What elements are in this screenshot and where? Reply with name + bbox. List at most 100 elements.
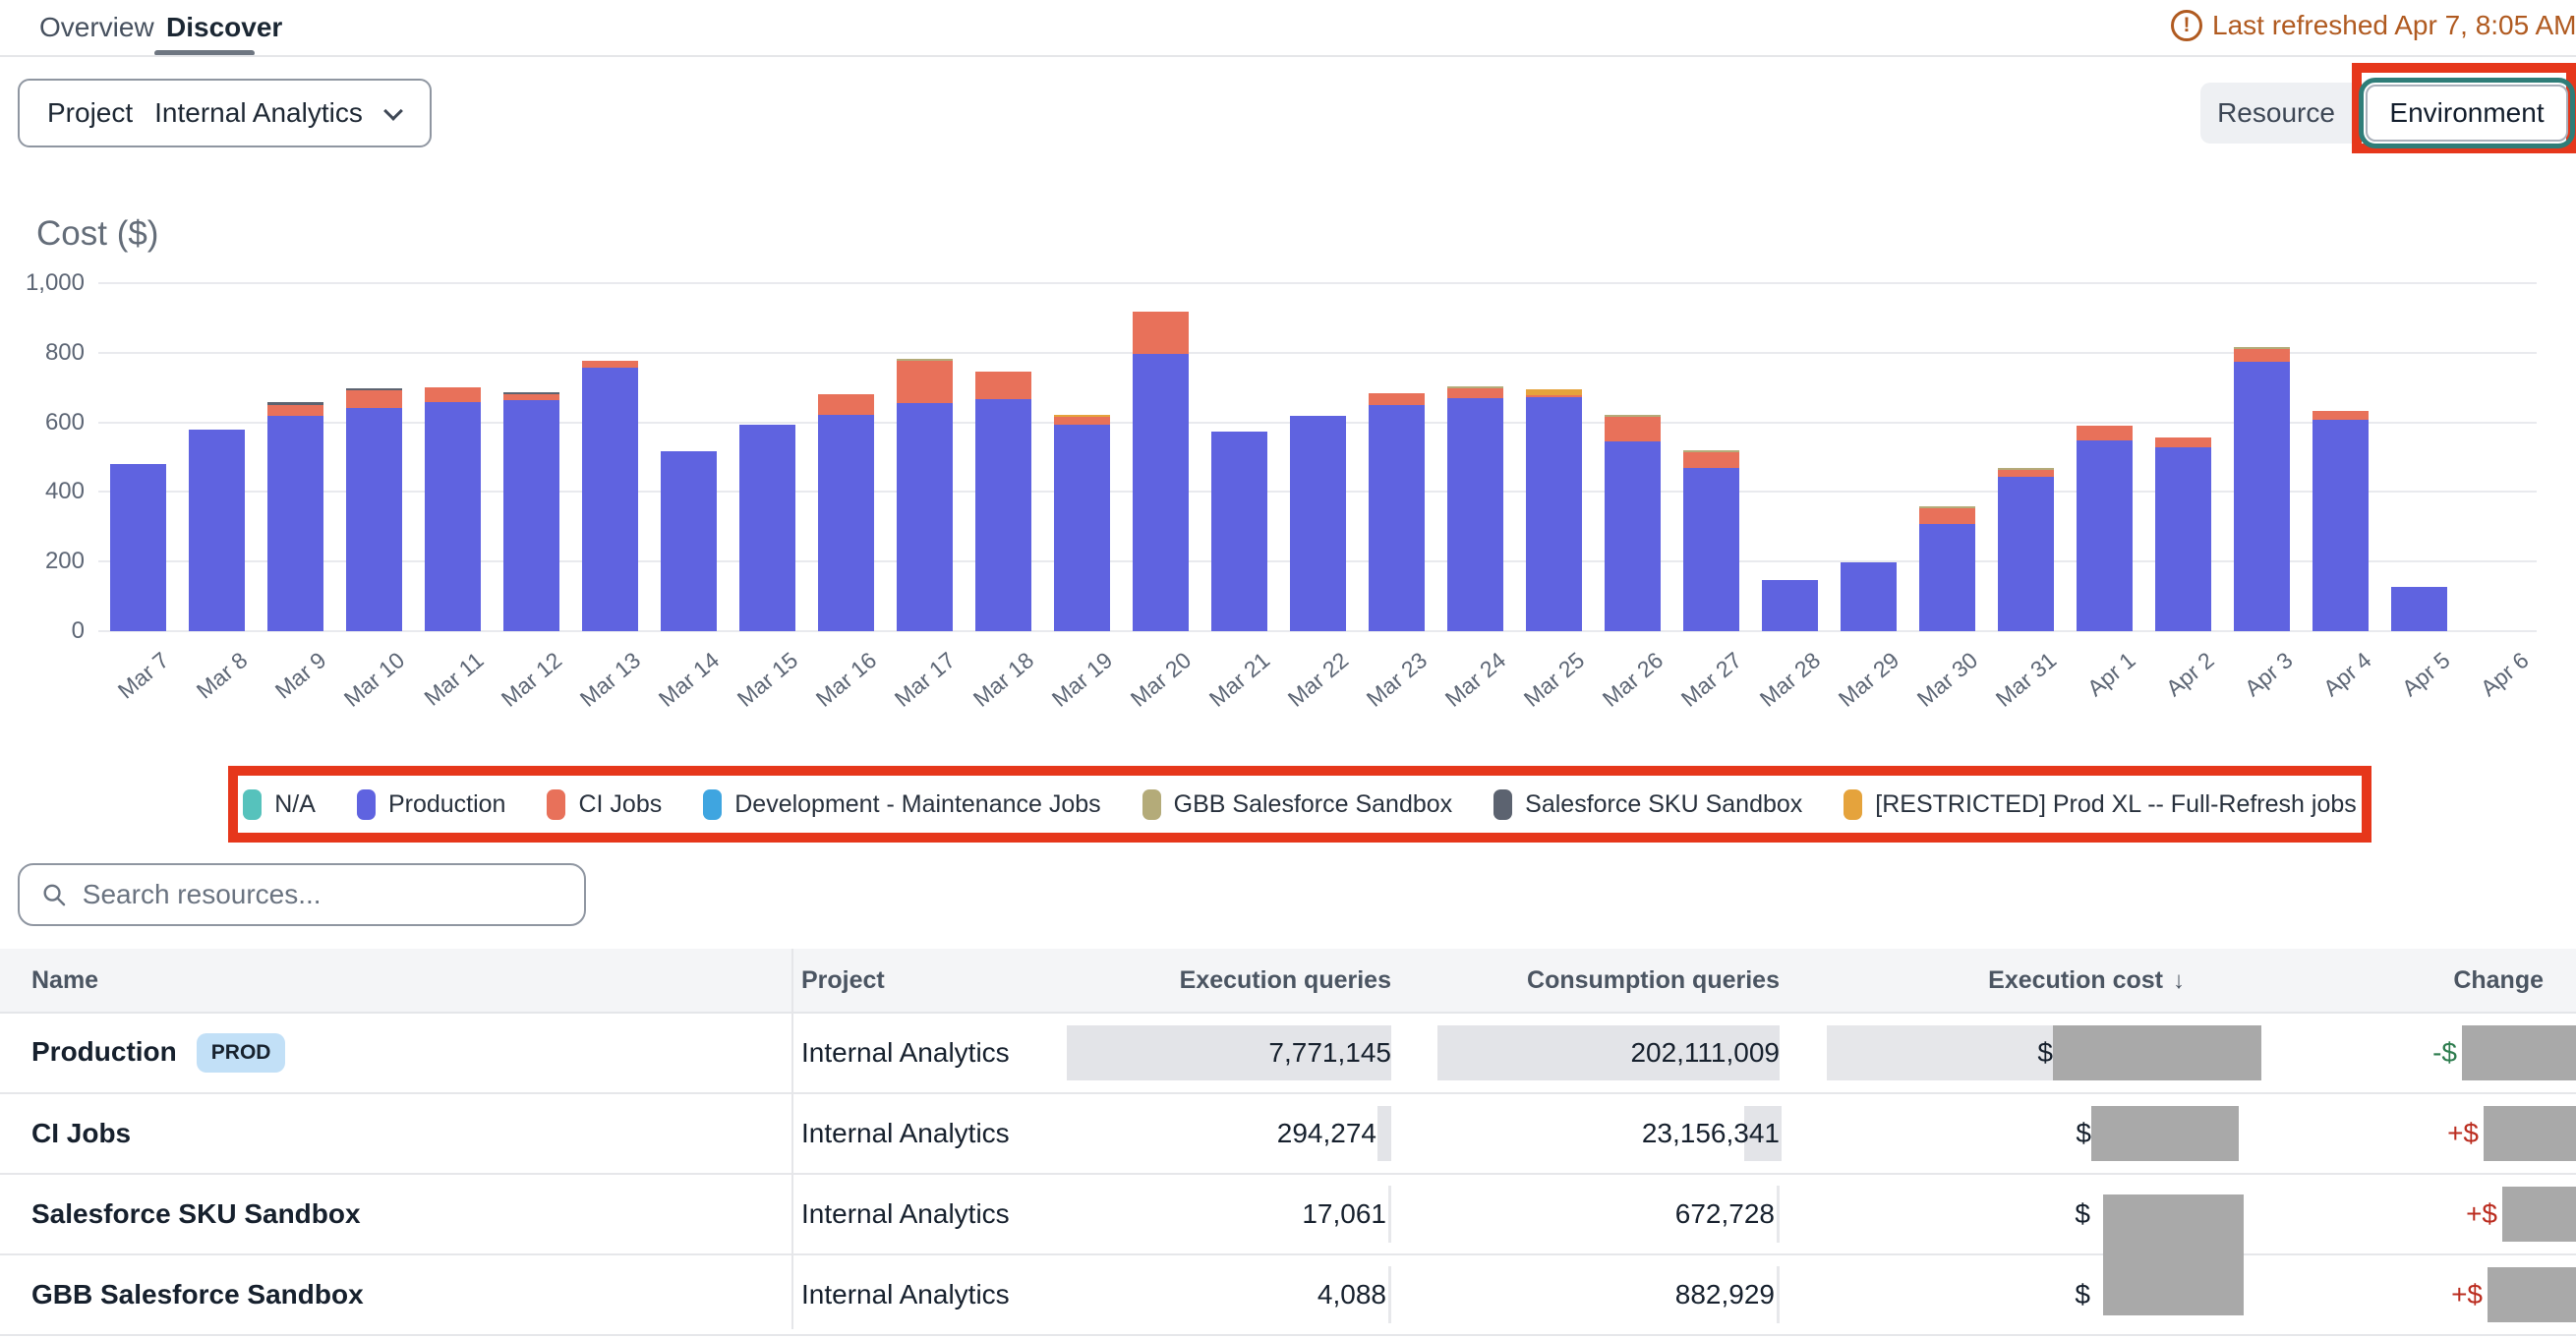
bar-mar-28[interactable]: Mar 28 [1750, 283, 1829, 631]
bar-segment-production[interactable] [2391, 587, 2447, 631]
bar-segment-production[interactable] [1762, 580, 1818, 631]
bar-segment-ci-jobs[interactable] [1447, 388, 1503, 398]
bar-segment-production[interactable] [189, 430, 245, 631]
bar-mar-22[interactable]: Mar 22 [1278, 283, 1357, 631]
legend-item-salesforce-sku-sandbox[interactable]: Salesforce SKU Sandbox [1493, 789, 1802, 820]
legend-item-production[interactable]: Production [357, 789, 506, 820]
bar-segment-production[interactable] [1605, 441, 1661, 631]
bar-segment-production[interactable] [1683, 468, 1739, 631]
bar-mar-15[interactable]: Mar 15 [728, 283, 806, 631]
bar-segment-production[interactable] [975, 399, 1031, 631]
bar-apr-4[interactable]: Apr 4 [2301, 283, 2379, 631]
bar-segment-production[interactable] [1290, 416, 1346, 631]
legend-item-n-a[interactable]: N/A [243, 789, 316, 820]
bar-segment-ci-jobs[interactable] [346, 390, 402, 408]
project-filter-dropdown[interactable]: Project Internal Analytics [18, 79, 432, 147]
bar-segment-ci-jobs[interactable] [897, 361, 953, 403]
bar-segment-production[interactable] [1133, 354, 1189, 631]
bar-apr-3[interactable]: Apr 3 [2222, 283, 2301, 631]
bar-mar-27[interactable]: Mar 27 [1671, 283, 1750, 631]
bar-mar-24[interactable]: Mar 24 [1435, 283, 1514, 631]
bar-segment-production[interactable] [1211, 432, 1267, 631]
bar-segment-production[interactable] [425, 402, 481, 631]
table-row-ci-jobs[interactable]: CI JobsInternal Analytics294,27423,156,3… [0, 1093, 2576, 1174]
column-header-project[interactable]: Project [791, 949, 1067, 1013]
search-input[interactable] [83, 879, 562, 910]
tab-overview[interactable]: Overview [39, 12, 154, 43]
bar-segment-ci-jobs[interactable] [2077, 426, 2133, 440]
resource-toggle-button[interactable]: Resource [2200, 83, 2352, 144]
bar-mar-20[interactable]: Mar 20 [1121, 283, 1200, 631]
bar-segment-production[interactable] [1369, 405, 1425, 631]
bar-segment-production[interactable] [1447, 398, 1503, 631]
column-header-change[interactable]: Change [2261, 949, 2576, 1013]
bar-apr-6[interactable]: Apr 6 [2458, 283, 2537, 631]
bar-segment-production[interactable] [2155, 447, 2211, 631]
bar-segment-production[interactable] [1054, 425, 1110, 631]
bar-segment-ci-jobs[interactable] [2234, 349, 2290, 362]
bar-segment-ci-jobs[interactable] [1054, 417, 1110, 425]
bar-segment-production[interactable] [267, 416, 323, 631]
bar-mar-29[interactable]: Mar 29 [1829, 283, 1907, 631]
bar-segment-ci-jobs[interactable] [2155, 437, 2211, 447]
column-header-execution-cost[interactable]: Execution cost↓ [1780, 949, 2261, 1013]
bar-segment-production[interactable] [1919, 524, 1975, 631]
bar-mar-23[interactable]: Mar 23 [1357, 283, 1435, 631]
bar-segment-ci-jobs[interactable] [1605, 417, 1661, 441]
bar-segment-ci-jobs[interactable] [267, 405, 323, 416]
bar-segment-production[interactable] [818, 415, 874, 631]
environment-toggle-button[interactable]: Environment [2366, 85, 2568, 142]
bar-mar-25[interactable]: Mar 25 [1514, 283, 1593, 631]
bar-segment-production[interactable] [582, 368, 638, 631]
bar-segment-ci-jobs[interactable] [1683, 452, 1739, 468]
bar-segment-ci-jobs[interactable] [1919, 508, 1975, 524]
bar-segment-production[interactable] [1998, 477, 2054, 631]
bar-segment-production[interactable] [503, 400, 559, 631]
bar-segment-ci-jobs[interactable] [1133, 312, 1189, 354]
bar-segment-ci-jobs[interactable] [582, 361, 638, 368]
bar-segment-ci-jobs[interactable] [2313, 411, 2369, 420]
bar-mar-10[interactable]: Mar 10 [334, 283, 413, 631]
legend-item-ci-jobs[interactable]: CI Jobs [547, 789, 662, 820]
bar-segment-production[interactable] [897, 403, 953, 631]
bar-segment-production[interactable] [739, 425, 795, 631]
column-header-name[interactable]: Name [0, 949, 791, 1013]
bar-mar-26[interactable]: Mar 26 [1593, 283, 1671, 631]
bar-mar-18[interactable]: Mar 18 [964, 283, 1042, 631]
bar-mar-21[interactable]: Mar 21 [1200, 283, 1278, 631]
legend-item-development-maintenance-jobs[interactable]: Development - Maintenance Jobs [703, 789, 1100, 820]
bar-segment-ci-jobs[interactable] [425, 387, 481, 402]
bar-mar-11[interactable]: Mar 11 [413, 283, 492, 631]
bar-mar-9[interactable]: Mar 9 [256, 283, 334, 631]
bar-segment-ci-jobs[interactable] [818, 394, 874, 415]
bar-mar-13[interactable]: Mar 13 [570, 283, 649, 631]
bar-apr-5[interactable]: Apr 5 [2379, 283, 2458, 631]
bar-mar-16[interactable]: Mar 16 [806, 283, 885, 631]
bar-segment-production[interactable] [110, 464, 166, 631]
tab-discover[interactable]: Discover [166, 12, 282, 43]
bar-mar-7[interactable]: Mar 7 [98, 283, 177, 631]
bar-apr-1[interactable]: Apr 1 [2065, 283, 2143, 631]
bar-mar-31[interactable]: Mar 31 [1986, 283, 2065, 631]
bar-segment-production[interactable] [1526, 397, 1582, 631]
bar-segment-ci-jobs[interactable] [1998, 470, 2054, 477]
bar-segment-production[interactable] [346, 408, 402, 631]
bar-segment-production[interactable] [2077, 440, 2133, 631]
bar-apr-2[interactable]: Apr 2 [2143, 283, 2222, 631]
bar-segment-production[interactable] [2313, 420, 2369, 631]
search-box[interactable] [18, 863, 586, 926]
table-row-production[interactable]: ProductionPRODInternal Analytics7,771,14… [0, 1013, 2576, 1093]
bar-mar-8[interactable]: Mar 8 [177, 283, 256, 631]
legend-item-gbb-salesforce-sandbox[interactable]: GBB Salesforce Sandbox [1142, 789, 1453, 820]
bar-segment-production[interactable] [1841, 562, 1897, 631]
bar-mar-12[interactable]: Mar 12 [492, 283, 570, 631]
bar-segment-production[interactable] [2234, 362, 2290, 631]
column-header-consumption-queries[interactable]: Consumption queries [1391, 949, 1780, 1013]
bar-segment-ci-jobs[interactable] [1369, 393, 1425, 405]
bar-mar-14[interactable]: Mar 14 [649, 283, 728, 631]
column-header-execution-queries[interactable]: Execution queries [1067, 949, 1391, 1013]
bar-segment-ci-jobs[interactable] [975, 372, 1031, 399]
bar-mar-30[interactable]: Mar 30 [1907, 283, 1986, 631]
bar-mar-17[interactable]: Mar 17 [885, 283, 964, 631]
legend-item--restricted-prod-xl-full-refresh-jobs[interactable]: [RESTRICTED] Prod XL -- Full-Refresh job… [1844, 789, 2356, 820]
